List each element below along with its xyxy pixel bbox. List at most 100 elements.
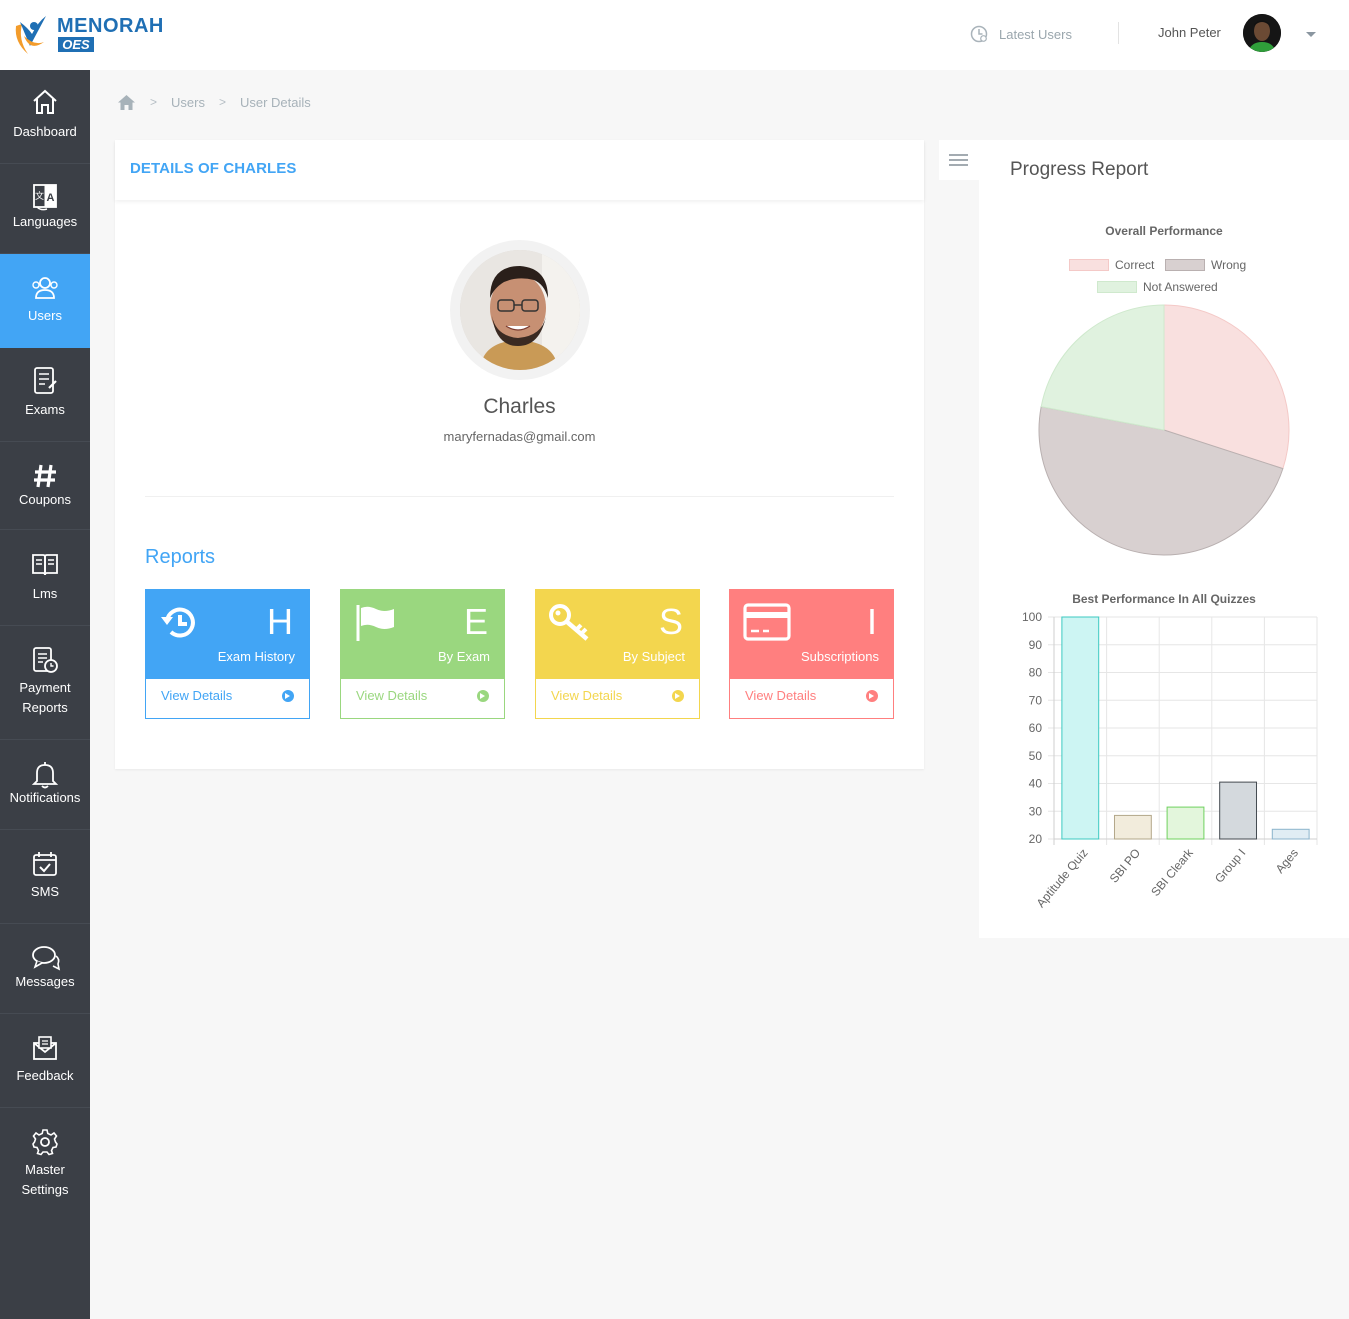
tile-header: S By Subject bbox=[535, 589, 700, 679]
sidebar-item-label: Coupons bbox=[18, 492, 72, 507]
y-tick-label: 60 bbox=[1029, 721, 1043, 735]
view-details-link[interactable]: View Details bbox=[745, 688, 816, 703]
y-tick-label: 70 bbox=[1029, 693, 1043, 707]
flag-icon bbox=[356, 605, 394, 641]
sidebar-item-label: Messages bbox=[15, 974, 75, 989]
sidebar-item-users[interactable]: Users bbox=[0, 254, 90, 348]
arrow-circle-right-icon[interactable] bbox=[672, 690, 684, 702]
chevron-down-icon[interactable] bbox=[1306, 32, 1316, 37]
bar-sbi-po[interactable] bbox=[1113, 814, 1152, 840]
breadcrumb: > Users > User Details bbox=[117, 92, 311, 112]
sidebar-item-label: Dashboard bbox=[13, 124, 77, 139]
bar-aptitude-quiz[interactable] bbox=[1061, 616, 1100, 840]
arrow-circle-right-icon[interactable] bbox=[866, 690, 878, 702]
sidebar-item-exams[interactable]: Exams bbox=[0, 348, 90, 442]
sidebar: Dashboard A 文 Languages Users Exams Coup… bbox=[0, 70, 90, 1319]
language-icon: A 文 bbox=[33, 184, 57, 211]
arrow-circle-right-icon[interactable] bbox=[282, 690, 294, 702]
home-icon bbox=[33, 89, 57, 114]
view-details-link[interactable]: View Details bbox=[161, 688, 232, 703]
legend-swatch bbox=[1165, 259, 1205, 271]
top-header: MENORAH OES Latest Users John Peter bbox=[0, 0, 1349, 70]
tile-label: Subscriptions bbox=[800, 649, 879, 664]
sidebar-item-payment-reports[interactable]: Payment Reports bbox=[0, 626, 90, 740]
sidebar-item-notifications[interactable]: Notifications bbox=[0, 740, 90, 830]
progress-report-title: Progress Report bbox=[1010, 159, 1149, 180]
avatar-image bbox=[1243, 14, 1281, 52]
legend-swatch bbox=[1069, 259, 1109, 271]
envelope-icon bbox=[33, 1036, 57, 1060]
sidebar-item-label-line1: Payment bbox=[19, 680, 71, 695]
tile-header: E By Exam bbox=[340, 589, 505, 679]
hamburger-icon-bar bbox=[949, 164, 968, 166]
y-tick-label: 80 bbox=[1029, 666, 1043, 680]
pie-chart-title: Overall Performance bbox=[1105, 224, 1223, 238]
credit-card-icon bbox=[743, 603, 791, 641]
progress-report-panel: Progress Report Overall Performance Corr… bbox=[979, 140, 1349, 938]
latest-users-link[interactable]: Latest Users bbox=[970, 24, 1072, 44]
tile-label: By Exam bbox=[437, 649, 490, 664]
profile-avatar bbox=[460, 250, 580, 370]
tile-header: I Subscriptions bbox=[729, 589, 894, 679]
view-details-link[interactable]: View Details bbox=[356, 688, 427, 703]
report-tile-exam-history[interactable]: H Exam History View Details bbox=[145, 589, 310, 719]
header-divider bbox=[1118, 22, 1119, 44]
reports-heading: Reports bbox=[145, 546, 216, 568]
legend-item-correct[interactable]: Correct bbox=[1069, 258, 1154, 272]
sidebar-item-master-settings[interactable]: Master Settings bbox=[0, 1108, 90, 1218]
sidebar-item-label: Lms bbox=[32, 586, 58, 601]
brand-logo[interactable]: MENORAH OES bbox=[10, 12, 163, 58]
payment-reports-icon bbox=[33, 647, 58, 673]
report-tile-by-subject[interactable]: S By Subject View Details bbox=[535, 589, 700, 719]
sidebar-item-label-line1: Master bbox=[25, 1162, 65, 1177]
y-tick-label: 20 bbox=[1029, 832, 1043, 846]
panel-toggle-button[interactable] bbox=[939, 140, 979, 180]
sidebar-item-messages[interactable]: Messages bbox=[0, 924, 90, 1014]
breadcrumb-users[interactable]: Users bbox=[171, 95, 205, 110]
user-details-card: DETAILS OF CHARLES Charles maryfernadas@… bbox=[115, 140, 924, 769]
profile-photo-image bbox=[460, 250, 580, 370]
latest-users-label: Latest Users bbox=[999, 26, 1072, 42]
legend-item-not-answered[interactable]: Not Answered bbox=[1097, 280, 1218, 294]
divider bbox=[145, 496, 894, 497]
bar-sbi-cleark[interactable] bbox=[1166, 806, 1205, 840]
user-avatar[interactable] bbox=[1243, 14, 1281, 52]
sidebar-item-languages[interactable]: A 文 Languages bbox=[0, 164, 90, 254]
y-tick-label: 50 bbox=[1029, 749, 1043, 763]
y-tick-label: 40 bbox=[1029, 777, 1043, 791]
report-tile-subscriptions[interactable]: I Subscriptions View Details bbox=[729, 589, 894, 719]
bar-ages[interactable] bbox=[1271, 828, 1310, 840]
tile-letter: H bbox=[267, 601, 293, 642]
history-icon bbox=[161, 607, 195, 638]
report-tile-by-exam[interactable]: E By Exam View Details bbox=[340, 589, 505, 719]
sidebar-item-label: Feedback bbox=[16, 1068, 74, 1083]
tile-letter: I bbox=[866, 601, 877, 642]
tile-label: By Subject bbox=[622, 649, 685, 664]
legend-item-wrong[interactable]: Wrong bbox=[1165, 258, 1246, 272]
card-header: DETAILS OF CHARLES bbox=[115, 140, 924, 200]
sidebar-item-lms[interactable]: Lms bbox=[0, 530, 90, 626]
home-icon[interactable] bbox=[117, 94, 136, 111]
tile-letter: E bbox=[463, 601, 488, 642]
brand-name: MENORAH bbox=[57, 15, 164, 37]
sidebar-item-sms[interactable]: SMS bbox=[0, 830, 90, 924]
sidebar-item-dashboard[interactable]: Dashboard bbox=[0, 70, 90, 164]
y-tick-label: 90 bbox=[1029, 638, 1043, 652]
bar-chart: 20 30 40 50 60 70 80 90 100 Aptitude Quiz SBI PO SB… bbox=[1022, 610, 1318, 910]
hamburger-icon-bar bbox=[949, 159, 968, 161]
sidebar-item-coupons[interactable]: Coupons bbox=[0, 442, 90, 530]
x-tick-label: SBI PO bbox=[1107, 846, 1143, 886]
user-name[interactable]: John Peter bbox=[1158, 25, 1221, 40]
calendar-check-icon bbox=[33, 852, 57, 876]
profile-email: maryfernadas@gmail.com bbox=[443, 429, 596, 444]
bar-group-i[interactable] bbox=[1219, 781, 1258, 840]
bell-icon bbox=[31, 762, 59, 789]
breadcrumb-separator: > bbox=[150, 95, 158, 109]
legend-label: Not Answered bbox=[1143, 280, 1218, 294]
y-tick-label: 100 bbox=[1022, 610, 1042, 624]
view-details-link[interactable]: View Details bbox=[551, 688, 622, 703]
sidebar-item-feedback[interactable]: Feedback bbox=[0, 1014, 90, 1108]
arrow-circle-right-icon[interactable] bbox=[477, 690, 489, 702]
svg-text:文: 文 bbox=[35, 190, 44, 201]
logo-mark-icon bbox=[15, 16, 46, 54]
